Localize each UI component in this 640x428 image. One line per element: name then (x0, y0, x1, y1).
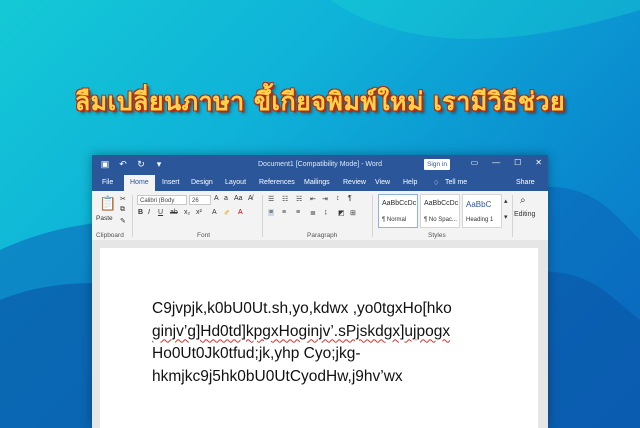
style-name: ¶ Normal (382, 217, 407, 223)
show-marks-icon[interactable]: ¶ (348, 195, 352, 202)
document-line: hkmjkc9j5hk0bU0UtCyodHw,j9hv’wx (152, 367, 403, 385)
document-body[interactable]: C9jvpjk,k0bU0Ut.sh,yo,kdwx ,yo0tgxHo[hko… (152, 298, 502, 388)
close-icon[interactable]: ✕ (535, 158, 542, 167)
style-preview: AaBbC (466, 200, 492, 209)
copy-icon[interactable]: ⧉ (120, 206, 125, 214)
style-name: Heading 1 (466, 217, 494, 223)
document-page[interactable]: C9jvpjk,k0bU0Ut.sh,yo,kdwx ,yo0tgxHo[hko… (100, 248, 538, 428)
styles-group-label: Styles (428, 232, 446, 239)
share-button[interactable]: Share (516, 179, 535, 186)
styles-more-icon[interactable]: ▾ (504, 213, 508, 221)
strikethrough-icon[interactable]: ab (170, 209, 178, 216)
style-heading-1[interactable]: AaBbC Heading 1 (462, 194, 502, 228)
decrease-indent-icon[interactable]: ⇤ (310, 195, 316, 203)
justify-icon[interactable]: ≣ (310, 209, 316, 217)
headline-banner: ลืมเปลี่ยนภาษา ขึ้เกียจพิมพ์ใหม่ เรามีวิ… (74, 87, 566, 116)
superscript-icon[interactable]: x² (196, 209, 202, 216)
tab-references[interactable]: References (259, 179, 295, 186)
separator (132, 195, 133, 237)
document-line: C9jvpjk,k0bU0Ut.sh,yo,kdwx ,yo0tgxHo[hko (152, 300, 452, 317)
text-effects-icon[interactable]: A (212, 209, 217, 216)
align-center-icon[interactable]: ≡ (282, 209, 286, 216)
underline-icon[interactable]: U (158, 209, 163, 216)
increase-indent-icon[interactable]: ⇥ (322, 195, 328, 203)
style-normal[interactable]: AaBbCcDc ¶ Normal (378, 194, 418, 228)
numbering-icon[interactable]: ☷ (282, 195, 288, 203)
bold-icon[interactable]: B (138, 209, 143, 216)
line-spacing-icon[interactable]: ↨ (324, 209, 328, 216)
tab-file[interactable]: File (102, 179, 113, 186)
lightbulb-icon: ♢ (433, 180, 440, 187)
maximize-icon[interactable]: ☐ (514, 158, 521, 167)
grow-font-icon[interactable]: A (214, 195, 219, 202)
separator (512, 195, 513, 237)
style-name: ¶ No Spac... (424, 217, 457, 223)
ribbon-home: 📋 Paste ✂ ⧉ ✎ Clipboard Calibri (Body 26… (92, 191, 548, 241)
editing-button[interactable]: Editing (514, 211, 535, 218)
document-line: ginjv’g]Hd0td]kpgxHoginjv’.sPjskdgx]ujpo… (152, 322, 451, 340)
tab-view[interactable]: View (375, 179, 390, 186)
ribbon-display-icon[interactable]: ▭ (471, 158, 479, 167)
style-preview: AaBbCcDc (424, 200, 459, 207)
title-bar: ▣ ↶ ↻ ▾ Document1 [Compatibility Mode] -… (92, 155, 548, 175)
sort-icon[interactable]: ↕ (336, 195, 340, 202)
change-case-icon[interactable]: Aa (234, 195, 243, 202)
shrink-font-icon[interactable]: a (224, 195, 228, 202)
font-name-dropdown[interactable]: Calibri (Body (137, 195, 187, 205)
tab-insert[interactable]: Insert (162, 179, 180, 186)
ribbon-tabs: File Home Insert Design Layout Reference… (92, 175, 548, 191)
bullets-icon[interactable]: ☰ (268, 195, 274, 203)
align-right-icon[interactable]: ≡ (296, 209, 300, 216)
italic-icon[interactable]: I (148, 209, 150, 216)
tab-review[interactable]: Review (343, 179, 366, 186)
shading-icon[interactable]: ◩ (338, 209, 345, 217)
separator (262, 195, 263, 237)
window-controls: ▭ — ☐ ✕ (471, 158, 542, 167)
document-line: Ho0Ut0Jk0tfud;jk,yhp Cyo;jkg- (152, 345, 361, 362)
minimize-icon[interactable]: — (492, 158, 500, 167)
paragraph-group-label: Paragraph (307, 232, 338, 239)
paste-button[interactable]: Paste (96, 215, 113, 222)
document-area: C9jvpjk,k0bU0Ut.sh,yo,kdwx ,yo0tgxHo[hko… (92, 240, 548, 428)
align-left-icon[interactable]: ≡ (268, 209, 275, 216)
subscript-icon[interactable]: x₂ (184, 209, 190, 216)
paste-clipboard-icon[interactable]: 📋 (99, 195, 116, 212)
font-group-label: Font (197, 232, 211, 239)
style-preview: AaBbCcDc (382, 200, 417, 207)
separator (372, 195, 373, 237)
clipboard-group-label: Clipboard (96, 232, 124, 239)
find-icon[interactable]: ⌕ (520, 195, 526, 206)
font-size-dropdown[interactable]: 26 (189, 195, 211, 205)
borders-icon[interactable]: ⊞ (350, 209, 356, 217)
tab-home[interactable]: Home (124, 175, 155, 191)
tab-design[interactable]: Design (191, 179, 213, 186)
tab-layout[interactable]: Layout (225, 179, 246, 186)
styles-scroll-icon[interactable]: ▴ (504, 197, 508, 205)
style-no-spacing[interactable]: AaBbCcDc ¶ No Spac... (420, 194, 460, 228)
word-window: ▣ ↶ ↻ ▾ Document1 [Compatibility Mode] -… (92, 155, 548, 428)
tab-mailings[interactable]: Mailings (304, 179, 330, 186)
cut-icon[interactable]: ✂ (120, 195, 126, 203)
clear-formatting-icon[interactable]: A̸ (248, 195, 253, 202)
highlight-icon[interactable]: ✐ (224, 209, 230, 217)
format-painter-icon[interactable]: ✎ (120, 217, 126, 225)
multilevel-list-icon[interactable]: ☵ (296, 195, 302, 203)
tab-help[interactable]: Help (403, 179, 417, 186)
font-color-icon[interactable]: A (238, 209, 243, 216)
tell-me-search[interactable]: Tell me (445, 179, 467, 186)
sign-in-button[interactable]: Sign in (424, 159, 450, 170)
